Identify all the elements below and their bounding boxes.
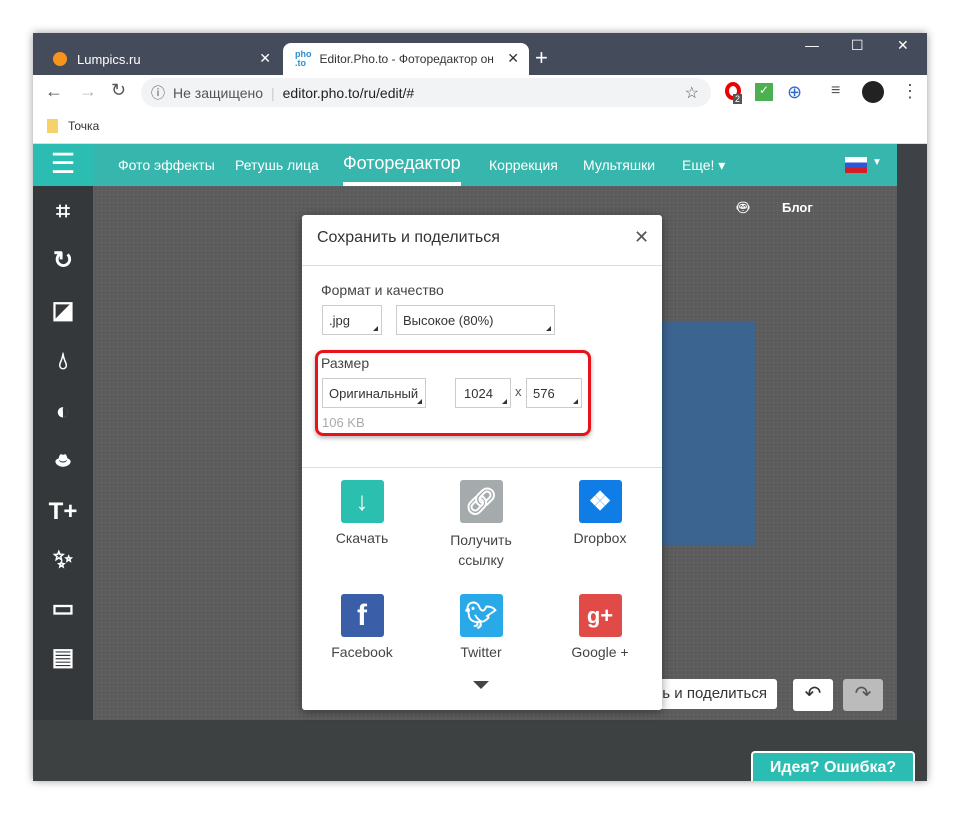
forward-icon[interactable]: → [79,81,97,102]
contrast-icon[interactable]: ◐ [47,396,79,428]
nav-face-retouch[interactable]: Ретушь лица [235,144,319,186]
close-icon[interactable]: ✕ [507,50,519,67]
folder-icon [47,119,58,133]
bottom-bar: Идея? Ошибка? [33,720,927,781]
file-size: 106 KB [322,415,365,430]
star-icon[interactable]: ☆ [685,83,699,103]
magic-wand-icon[interactable]: ✨︎ [47,544,79,576]
text-add-icon[interactable]: T+ [47,496,79,528]
hamburger-icon[interactable]: ☰ [33,144,93,186]
googleplus-option[interactable]: g+ Google + [540,594,660,660]
crop-icon[interactable]: ⌗ [47,196,79,228]
width-input[interactable]: 1024 [455,378,511,408]
twitter-option[interactable]: 🐦︎ Twitter [421,594,541,660]
check-extension-icon[interactable]: ✓ [755,83,773,101]
back-icon[interactable]: ← [45,81,63,102]
avatar[interactable] [862,81,884,103]
reload-icon[interactable]: ↻ [111,80,126,101]
russian-flag-icon[interactable] [845,157,867,173]
height-input[interactable]: 576 [526,378,582,408]
hat-mustache-icon[interactable]: 🎩︎ [47,446,79,478]
tab-editor[interactable]: pho .to Editor.Pho.to - Фоторедактор он ✕ [283,43,529,75]
download-icon: ↓ [340,480,384,523]
nav-correction[interactable]: Коррекция [489,144,558,186]
tab-bar: Lumpics.ru ✕ pho .to Editor.Pho.to - Фото… [33,33,927,75]
times-sign: x [515,384,522,399]
bookmarks-bar: Точка [33,110,927,144]
divider [302,467,662,468]
close-window-button[interactable]: ✕ [897,37,909,54]
facebook-option[interactable]: f Facebook [302,594,422,660]
more-chevron-icon[interactable] [473,681,489,689]
globe-extension-icon[interactable]: ⊕ [787,82,802,103]
bookmark-item[interactable]: Точка [47,119,99,133]
tools-sidebar: ⌗ ↻ ◪ 💧︎ ◐ 🎩︎ T+ ✨︎ ▭ ▤ [33,186,93,720]
browser-window: Lumpics.ru ✕ pho .to Editor.Pho.to - Фото… [33,33,927,781]
dropbox-icon: ❖ [578,480,622,523]
phototo-icon: pho .to [295,49,312,68]
info-icon: ⓘ [151,84,165,101]
format-label: Формат и качество [321,282,444,298]
size-mode-select[interactable]: Оригинальный [322,378,426,408]
texture-icon[interactable]: ▤ [47,642,79,674]
nav-more[interactable]: Еще! ▾ [682,144,725,186]
blog-link[interactable]: Блог [782,200,813,215]
android-icon[interactable]: 🤖︎ [737,194,749,222]
redo-button[interactable]: ↷ [843,679,883,711]
url-text: editor.pho.to/ru/edit/# [282,84,415,101]
tab-title: Editor.Pho.to - Фоторедактор он [319,52,494,66]
nav-cartoons[interactable]: Мультяшки [583,144,655,186]
download-option[interactable]: ↓ Скачать [302,480,422,546]
browser-toolbar: ← → ↻ ⓘ Не защищено | editor.pho.to/ru/e… [33,75,927,110]
chevron-down-icon[interactable]: ▼ [872,157,882,168]
maximize-button[interactable]: ☐ [851,37,864,54]
link-icon: 🔗︎ [459,480,503,523]
save-share-dialog: Сохранить и поделиться ✕ Формат и качест… [302,215,662,710]
tab-lumpics[interactable]: Lumpics.ru ✕ [41,43,281,75]
security-label: Не защищено [173,84,263,101]
feedback-button[interactable]: Идея? Ошибка? [751,751,915,781]
close-icon[interactable]: ✕ [259,50,271,67]
color-drop-icon[interactable]: 💧︎ [47,346,79,378]
divider [302,265,662,266]
frame-icon[interactable]: ▭ [47,593,79,625]
close-icon[interactable]: ✕ [634,227,649,248]
undo-button[interactable]: ↶ [793,679,833,711]
tab-title: Lumpics.ru [77,51,141,67]
quality-select[interactable]: Высокое (80%) [396,305,555,335]
googleplus-icon: g+ [578,594,622,637]
get-link-option[interactable]: 🔗︎ Получить ссылку [421,480,541,570]
media-icon[interactable]: ≡ [831,82,840,100]
minimize-button[interactable]: — [805,37,819,53]
nav-photo-effects[interactable]: Фото эффекты [118,144,215,186]
menu-icon[interactable]: ⋮ [901,81,919,102]
dialog-title: Сохранить и поделиться [317,229,500,246]
new-tab-button[interactable]: + [535,45,548,71]
address-bar[interactable]: ⓘ Не защищено | editor.pho.to/ru/edit/# … [141,78,711,107]
exposure-icon[interactable]: ◪ [47,295,79,327]
size-label: Размер [321,355,370,371]
facebook-icon: f [340,594,384,637]
nav-photo-editor[interactable]: Фоторедактор [343,144,461,186]
top-nav: ☰ Фото эффекты Ретушь лица Фоторедактор … [33,144,897,186]
dropbox-option[interactable]: ❖ Dropbox [540,480,660,546]
rotate-icon[interactable]: ↻ [47,245,79,277]
twitter-icon: 🐦︎ [459,594,503,637]
format-select[interactable]: .jpg [322,305,382,335]
orange-icon [53,52,67,66]
opera-extension-icon[interactable]: 2 [725,82,743,104]
